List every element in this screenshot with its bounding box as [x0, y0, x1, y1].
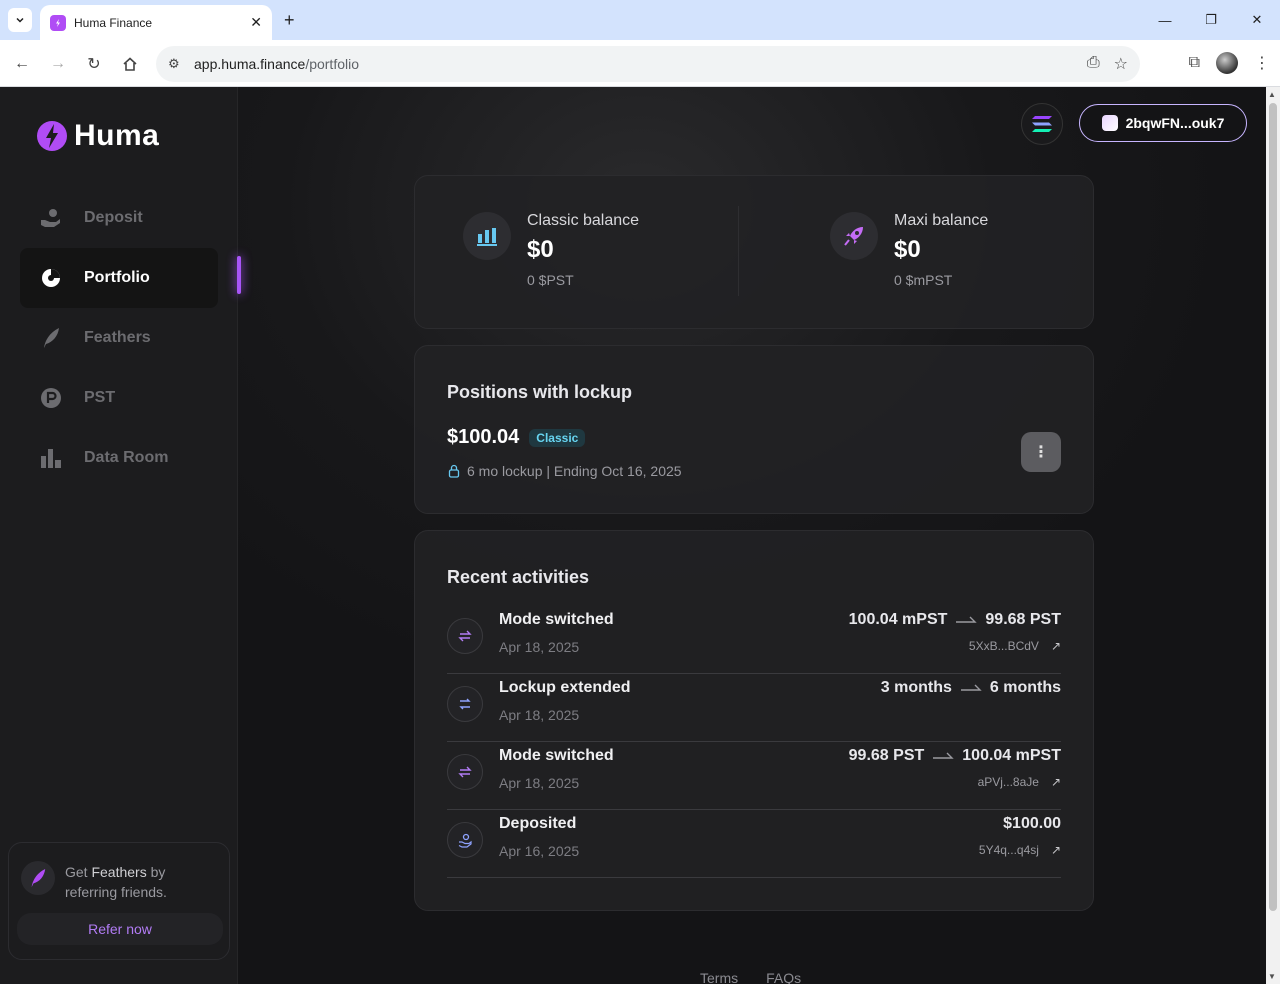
install-app-icon[interactable]: ⎙: [1087, 54, 1100, 74]
active-nav-indicator: [237, 256, 241, 294]
maxi-balance-value: $0: [894, 236, 921, 263]
scroll-up-icon[interactable]: ▲: [1268, 90, 1276, 99]
balances-card: Classic balance $0 0 $PST Maxi balance $…: [414, 175, 1094, 329]
maxi-balance-title: Maxi balance: [894, 212, 989, 229]
sidebar-item-deposit[interactable]: Deposit: [20, 188, 218, 248]
positions-card: Positions with lockup $100.04 Classic 6 …: [414, 345, 1094, 514]
arrow-right-icon: [960, 683, 982, 693]
sidebar-item-portfolio[interactable]: Portfolio: [20, 248, 218, 308]
extensions-icon[interactable]: ⧉: [1189, 54, 1200, 72]
activity-row: Lockup extended Apr 18, 2025 3 months 6 …: [447, 674, 1061, 742]
external-link-icon[interactable]: ↗: [1051, 775, 1061, 789]
solana-icon: [1032, 116, 1052, 132]
new-tab-icon[interactable]: +: [284, 10, 295, 31]
brand-logo[interactable]: Huma: [36, 119, 159, 153]
scroll-thumb[interactable]: [1269, 103, 1277, 911]
network-selector-button[interactable]: [1021, 103, 1063, 145]
browser-menu-icon[interactable]: ⋮: [1254, 53, 1270, 73]
refer-text: Get Feathers by referring friends.: [65, 864, 167, 900]
external-link-icon[interactable]: ↗: [1051, 843, 1061, 857]
wallet-button[interactable]: 2bqwFN...ouk7: [1079, 104, 1247, 142]
feather-icon: [40, 327, 62, 349]
position-options-button[interactable]: ⋮: [1021, 432, 1061, 472]
activity-row: Mode switched Apr 18, 2025 99.68 PST 100…: [447, 742, 1061, 810]
footer: Terms FAQs: [700, 970, 801, 984]
switch-icon: [447, 754, 483, 790]
bookmark-star-icon[interactable]: ☆: [1114, 54, 1128, 74]
refer-card: Get Feathers by referring friends. Refer…: [8, 842, 230, 960]
browser-tab-bar: Huma Finance ✕ + — ❐ ✕: [0, 0, 1280, 40]
feather-icon: [21, 861, 55, 895]
chevron-down-icon: [16, 17, 24, 23]
maxi-balance: Maxi balance $0 0 $mPST: [830, 208, 988, 288]
brand-name: Huma: [74, 119, 160, 152]
tab-title: Huma Finance: [74, 15, 153, 30]
classic-balance: Classic balance $0 0 $PST: [463, 208, 639, 288]
restore-icon[interactable]: ❐: [1188, 0, 1234, 40]
pie-chart-icon: [40, 267, 62, 289]
positions-title: Positions with lockup: [447, 382, 633, 402]
minimize-icon[interactable]: —: [1142, 0, 1188, 40]
arrow-right-icon: [955, 615, 978, 625]
deposit-icon: [447, 822, 483, 858]
back-icon[interactable]: ←: [10, 52, 34, 76]
lock-icon: [448, 464, 460, 478]
faqs-link[interactable]: FAQs: [766, 970, 801, 984]
window-close-icon[interactable]: ✕: [1234, 0, 1280, 40]
app-viewport: Huma Deposit Portfolio Feathers PST Data…: [0, 87, 1266, 984]
url-text: app.huma.finance/portfolio: [194, 56, 360, 72]
refer-now-button[interactable]: Refer now: [17, 913, 223, 945]
bar-chart-icon: [40, 447, 62, 469]
activities-title: Recent activities: [447, 567, 590, 587]
switch-icon: [447, 618, 483, 654]
divider: [738, 206, 739, 296]
profile-avatar[interactable]: [1216, 52, 1238, 74]
tab-search-button[interactable]: [8, 8, 32, 32]
mode-badge: Classic: [529, 428, 586, 447]
arrow-right-icon: [932, 751, 954, 761]
window-controls: — ❐ ✕: [1142, 0, 1280, 40]
extend-icon: [447, 686, 483, 722]
classic-balance-title: Classic balance: [527, 212, 640, 229]
maxi-balance-tokens: 0 $mPST: [894, 272, 953, 288]
huma-logo-icon: [37, 121, 67, 151]
browser-toolbar: ← → ↻ ⚙ app.huma.finance/portfolio ⎙ ☆ ⧉…: [0, 40, 1280, 87]
bar-chart-icon: [463, 212, 511, 260]
position-amount: $100.04 Classic: [447, 426, 586, 449]
wallet-icon: [1101, 115, 1118, 131]
rocket-icon: [830, 212, 878, 260]
classic-balance-value: $0: [527, 236, 554, 263]
pst-coin-icon: [40, 387, 62, 409]
lockup-info: 6 mo lockup | Ending Oct 16, 2025: [447, 463, 682, 479]
site-info-icon[interactable]: ⚙: [168, 56, 188, 72]
close-tab-icon[interactable]: ✕: [250, 14, 262, 31]
activity-row: Deposited Apr 16, 2025 $100.00 5Y4q...q4…: [447, 810, 1061, 878]
classic-balance-tokens: 0 $PST: [527, 272, 574, 288]
reload-icon[interactable]: ↻: [82, 52, 106, 76]
home-icon[interactable]: [118, 52, 142, 76]
sidebar: Huma Deposit Portfolio Feathers PST Data…: [0, 87, 238, 984]
activities-card: Recent activities Mode switched Apr 18, …: [414, 530, 1094, 911]
external-link-icon[interactable]: ↗: [1051, 639, 1061, 653]
address-bar[interactable]: ⚙ app.huma.finance/portfolio ⎙ ☆: [156, 46, 1140, 82]
more-vertical-icon: ⋮: [1033, 444, 1049, 461]
page-scrollbar[interactable]: ▲ ▼: [1266, 87, 1280, 984]
terms-link[interactable]: Terms: [700, 970, 738, 984]
browser-tab[interactable]: Huma Finance ✕: [40, 5, 272, 40]
activity-row: Mode switched Apr 18, 2025 100.04 mPST 9…: [447, 606, 1061, 674]
sidebar-item-data-room[interactable]: Data Room: [20, 428, 218, 488]
deposit-hand-icon: [40, 207, 62, 229]
sidebar-item-pst[interactable]: PST: [20, 368, 218, 428]
sidebar-item-feathers[interactable]: Feathers: [20, 308, 218, 368]
scroll-down-icon[interactable]: ▼: [1268, 972, 1276, 981]
huma-favicon-icon: [50, 14, 66, 31]
forward-icon[interactable]: →: [46, 52, 70, 76]
